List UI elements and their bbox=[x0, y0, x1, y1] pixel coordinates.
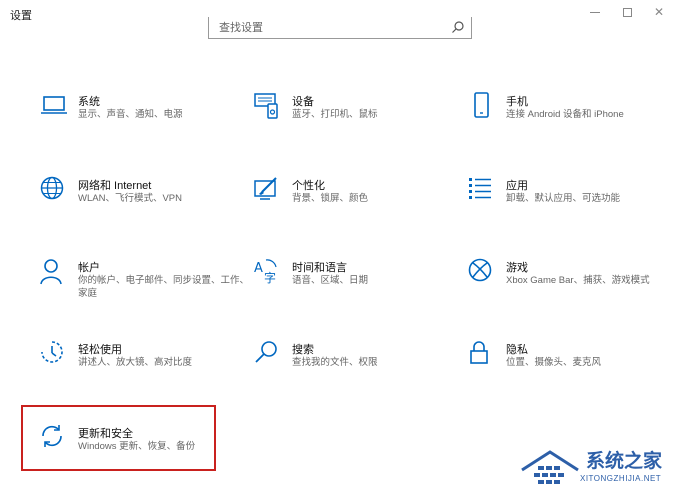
tile-desc: 显示、声音、通知、电源 bbox=[78, 109, 183, 120]
tile-name: 系统 bbox=[78, 96, 100, 108]
highlight-box bbox=[21, 405, 216, 471]
tile-name: 时间和语言 bbox=[292, 262, 347, 274]
apps-list-icon bbox=[469, 178, 491, 199]
maximize-button[interactable] bbox=[612, 2, 642, 22]
window-title: 设置 bbox=[10, 10, 32, 22]
personalization-icon bbox=[254, 177, 277, 200]
tile-devices[interactable]: 设备 蓝牙、打印机、鼠标 bbox=[254, 92, 464, 152]
house-logo-icon bbox=[521, 450, 579, 484]
tile-search[interactable]: 搜索 查找我的文件、权限 bbox=[254, 340, 464, 400]
tile-ease-of-access[interactable]: 轻松使用 讲述人、放大镜、高对比度 bbox=[40, 340, 250, 400]
search-icon bbox=[255, 341, 277, 363]
phone-icon bbox=[474, 92, 489, 118]
close-button[interactable]: ✕ bbox=[644, 2, 674, 22]
tile-desc: 查找我的文件、权限 bbox=[292, 357, 378, 368]
tile-gaming[interactable]: 游戏 Xbox Game Bar、捕获、游戏模式 bbox=[468, 258, 678, 318]
tile-name: 应用 bbox=[506, 180, 528, 192]
tile-name: 隐私 bbox=[506, 344, 528, 356]
tile-desc: Xbox Game Bar、捕获、游戏模式 bbox=[506, 275, 650, 286]
tile-accounts[interactable]: 帐户 你的帐户、电子邮件、同步设置、工作、家庭 bbox=[40, 258, 250, 318]
maximize-icon bbox=[622, 7, 632, 17]
person-icon bbox=[40, 259, 62, 285]
ease-of-access-icon bbox=[41, 341, 63, 363]
tile-name: 网络和 Internet bbox=[78, 180, 152, 192]
xbox-icon bbox=[468, 258, 492, 282]
tile-phone[interactable]: 手机 连接 Android 设备和 iPhone bbox=[468, 92, 678, 152]
tile-privacy[interactable]: 隐私 位置、摄像头、麦克风 bbox=[468, 340, 678, 400]
globe-icon bbox=[40, 176, 64, 200]
search-input[interactable]: 查找设置 bbox=[208, 17, 472, 39]
search-placeholder: 查找设置 bbox=[219, 22, 263, 34]
tile-name: 个性化 bbox=[292, 180, 325, 192]
tile-desc: 讲述人、放大镜、高对比度 bbox=[78, 357, 193, 368]
search-box-icon bbox=[452, 21, 464, 33]
tile-name: 帐户 bbox=[78, 262, 100, 274]
lock-icon bbox=[470, 341, 488, 364]
tile-desc: WLAN、飞行模式、VPN bbox=[78, 193, 182, 204]
tile-system[interactable]: 系统 显示、声音、通知、电源 bbox=[40, 92, 250, 152]
laptop-icon bbox=[41, 96, 67, 114]
tile-name: 设备 bbox=[292, 96, 314, 108]
tile-time-language[interactable]: A 字 时间和语言 语音、区域、日期 bbox=[254, 258, 464, 318]
minimize-button[interactable] bbox=[580, 2, 610, 22]
svg-text:A: A bbox=[254, 261, 263, 276]
tile-name: 手机 bbox=[506, 96, 528, 108]
tile-desc: 连接 Android 设备和 iPhone bbox=[506, 109, 624, 120]
tile-desc: 语音、区域、日期 bbox=[292, 275, 369, 286]
tile-apps[interactable]: 应用 卸载、默认应用、可选功能 bbox=[468, 176, 678, 236]
close-icon: ✕ bbox=[653, 5, 665, 19]
tile-desc: 你的帐户、电子邮件、同步设置、工作、家庭 bbox=[78, 275, 250, 299]
watermark-logo: 系统之家 XITONGZHIJIA.NET bbox=[520, 444, 680, 494]
tile-name: 搜索 bbox=[292, 344, 314, 356]
watermark-text: 系统之家 bbox=[586, 450, 663, 472]
tile-name: 游戏 bbox=[506, 262, 528, 274]
minimize-icon bbox=[590, 11, 600, 13]
tile-name: 轻松使用 bbox=[78, 344, 122, 356]
tile-desc: 蓝牙、打印机、鼠标 bbox=[292, 109, 378, 120]
tile-desc: 位置、摄像头、麦克风 bbox=[506, 357, 602, 368]
tile-network[interactable]: 网络和 Internet WLAN、飞行模式、VPN bbox=[40, 176, 250, 236]
devices-icon bbox=[254, 93, 278, 119]
tile-personalization[interactable]: 个性化 背景、锁屏、颜色 bbox=[254, 176, 464, 236]
tile-desc: 卸载、默认应用、可选功能 bbox=[506, 193, 621, 204]
time-language-icon: A 字 bbox=[254, 259, 277, 285]
tile-desc: 背景、锁屏、颜色 bbox=[292, 193, 369, 204]
watermark-url: XITONGZHIJIA.NET bbox=[580, 474, 662, 483]
svg-text:字: 字 bbox=[264, 270, 276, 285]
